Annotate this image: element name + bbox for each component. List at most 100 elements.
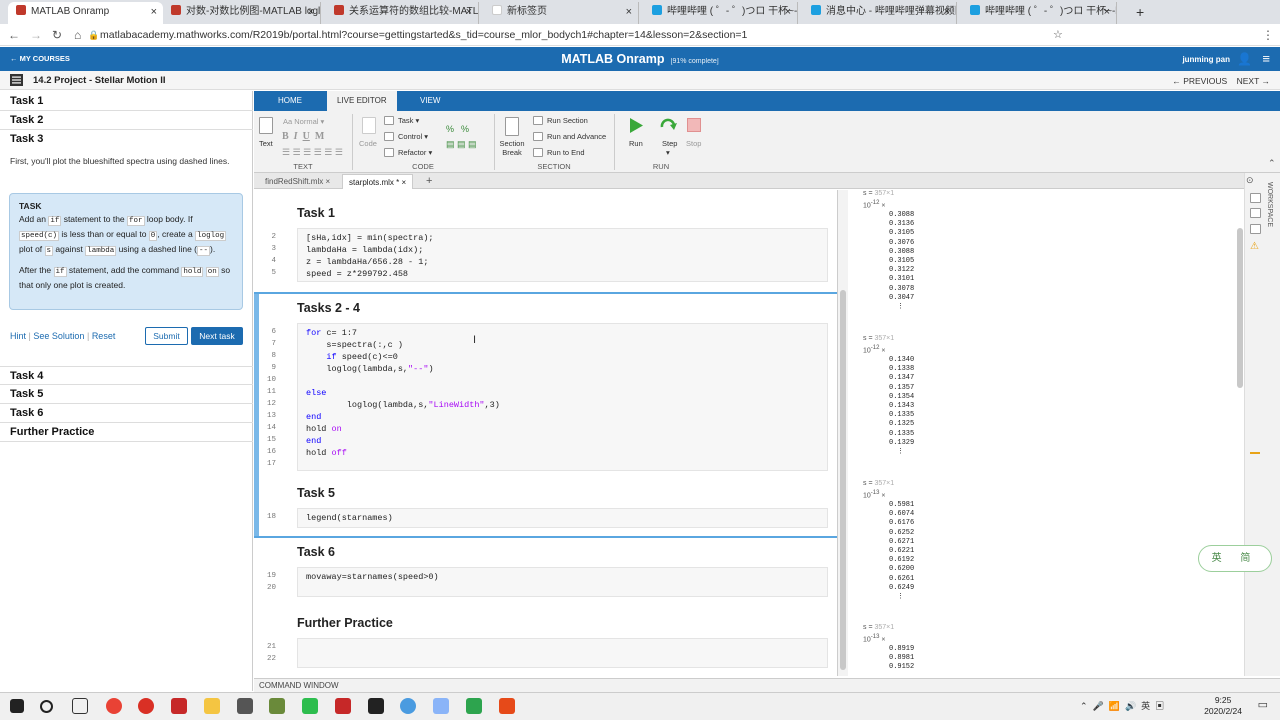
new-browser-tab-button[interactable]: + (1128, 2, 1152, 24)
step-icon[interactable] (660, 117, 678, 134)
url-field[interactable]: matlabacademy.mathworks.com/R2019b/porta… (100, 26, 747, 44)
section-title-task6[interactable]: Task 6 (297, 545, 335, 559)
clock[interactable]: 9:25 2020/2/24 (1204, 695, 1242, 717)
next-task-button[interactable]: Next task (191, 327, 243, 345)
format-buttons[interactable]: B I U M (282, 131, 324, 142)
output-scrollbar[interactable] (1237, 228, 1243, 388)
mail-icon[interactable] (237, 698, 253, 714)
section-break-button[interactable]: Section Break (498, 139, 526, 157)
close-tab-icon[interactable]: × (401, 178, 406, 187)
browser-tab[interactable]: 关系运算符的数组比较-MATLAB × (326, 2, 479, 24)
code-line[interactable]: if speed(c)<=0 (306, 352, 397, 362)
browser-tab[interactable]: 对数-对数比例图-MATLAB logl × (163, 2, 321, 24)
align-buttons[interactable]: ☰ ☰ ☰ ☰ ☰ ☰ (282, 147, 343, 158)
code-line[interactable]: s=spectra(:,c ) (306, 340, 403, 350)
lesson-menu-icon[interactable] (10, 74, 23, 86)
chrome-icon[interactable] (106, 698, 122, 714)
close-tab-icon[interactable]: × (944, 2, 950, 22)
code-line[interactable]: hold on (306, 424, 342, 434)
editor-tab-findredshift[interactable]: findRedShift.mlx × (259, 174, 336, 189)
reset-link[interactable]: Reset (92, 331, 116, 341)
hide-code-icon[interactable] (1250, 224, 1261, 234)
code-line[interactable]: [sHa,idx] = min(spectra); (306, 233, 434, 243)
app-icon[interactable] (335, 698, 351, 714)
code-line[interactable]: hold off (306, 448, 347, 458)
further-practice-header[interactable]: Further Practice (0, 423, 253, 442)
app-icon[interactable] (433, 698, 449, 714)
code-line[interactable]: legend(starnames) (306, 513, 393, 523)
app-icon[interactable] (400, 698, 416, 714)
close-tab-icon[interactable]: × (626, 2, 632, 22)
user-icon[interactable]: 👤 (1237, 52, 1252, 66)
style-dropdown[interactable]: Aa Normal ▾ (283, 117, 324, 126)
step-dropdown-icon[interactable]: ▾ (666, 148, 670, 157)
task-1-header[interactable]: Task 1 (0, 92, 253, 111)
run-to-end-button[interactable]: Run to End (547, 148, 585, 157)
windows-start-icon[interactable] (10, 699, 24, 713)
tab-view[interactable]: VIEW (410, 91, 450, 111)
task-5-header[interactable]: Task 5 (0, 385, 253, 404)
app-icon[interactable] (466, 698, 482, 714)
run-advance-button[interactable]: Run and Advance (547, 132, 606, 141)
browser-tab[interactable]: 消息中心 - 哔哩哔哩弹幕视频网 × (803, 2, 957, 24)
section-title-tasks2-4[interactable]: Tasks 2 - 4 (297, 301, 360, 315)
stop-button[interactable]: Stop (686, 139, 701, 148)
forward-icon[interactable]: → (30, 26, 42, 44)
workspace-label[interactable]: WORKSPACE (1266, 182, 1273, 227)
code-line[interactable]: loglog(lambda,s,"LineWidth",3) (306, 400, 500, 410)
run-button[interactable]: Run (629, 139, 643, 148)
uncomment-icon[interactable]: % (461, 124, 469, 134)
code-line[interactable]: z = lambdaHa/656.28 - 1; (306, 257, 428, 267)
app-icon[interactable] (499, 698, 515, 714)
collapse-toolstrip-icon[interactable]: ⌃ (1268, 158, 1276, 169)
hint-link[interactable]: Hint (10, 331, 26, 341)
tab-home[interactable]: HOME (268, 91, 312, 111)
app-icon[interactable] (171, 698, 187, 714)
task-button[interactable]: Task ▾ (398, 116, 419, 125)
close-tab-icon[interactable]: × (1104, 2, 1110, 22)
section-break-icon[interactable] (505, 117, 519, 136)
editor-scroll-thumb[interactable] (840, 290, 846, 670)
command-window-label[interactable]: COMMAND WINDOW (259, 681, 339, 690)
code-line[interactable]: else (306, 388, 326, 398)
store-icon[interactable] (269, 698, 285, 714)
editor-tab-starplots[interactable]: starplots.mlx * × (342, 174, 414, 189)
code-button[interactable]: Code (359, 139, 377, 148)
text-button[interactable]: Text (259, 139, 273, 148)
previous-link[interactable]: ← PREVIOUS (1172, 76, 1227, 86)
browser-tab[interactable]: 哔哩哔哩 ( ゜- ゜)つロ 干杯~-bili × (644, 2, 798, 24)
system-tray-icons[interactable]: ⌃ 🎤 📶 🔊 英 ▣ (1080, 699, 1164, 712)
close-tab-icon[interactable]: × (785, 2, 791, 22)
ime-widget[interactable]: 英 简 (1198, 545, 1272, 572)
code-line[interactable]: lambdaHa = lambda(idx); (306, 245, 423, 255)
browser-tab[interactable]: MATLAB Onramp × (8, 2, 163, 24)
user-name[interactable]: junming pan (1182, 55, 1230, 64)
warning-icon[interactable]: ⚠ (1250, 241, 1259, 252)
code-line[interactable]: end (306, 436, 321, 446)
next-link[interactable]: NEXT → (1237, 76, 1270, 86)
code-block-further[interactable] (297, 638, 828, 668)
app-icon[interactable] (368, 698, 384, 714)
task-2-header[interactable]: Task 2 (0, 111, 253, 130)
reload-icon[interactable]: ↻ (52, 26, 62, 44)
browser-tab[interactable]: 哔哩哔哩 ( ゜- ゜)つロ 干杯~-bili × (962, 2, 1117, 24)
file-explorer-icon[interactable] (204, 698, 220, 714)
code-line[interactable]: movaway=starnames(speed>0) (306, 572, 439, 582)
code-line[interactable]: end (306, 412, 321, 422)
notification-icon[interactable]: ▭ (1258, 698, 1268, 711)
task-view-icon[interactable] (72, 698, 88, 714)
code-icon[interactable] (362, 117, 376, 134)
section-title-task5[interactable]: Task 5 (297, 486, 335, 500)
menu-dots-icon[interactable]: ⋮ (1262, 26, 1274, 44)
submit-button[interactable]: Submit (145, 327, 188, 345)
code-line[interactable]: speed = z*299792.458 (306, 269, 408, 279)
task-6-header[interactable]: Task 6 (0, 404, 253, 423)
home-icon[interactable]: ⌂ (74, 26, 81, 44)
control-button[interactable]: Control ▾ (398, 132, 428, 141)
task-3-header[interactable]: Task 3 (0, 130, 253, 149)
star-icon[interactable]: ☆ (1053, 26, 1063, 44)
section-title-task1[interactable]: Task 1 (297, 206, 335, 220)
search-icon[interactable] (40, 700, 53, 713)
tab-live-editor[interactable]: LIVE EDITOR (327, 91, 397, 111)
code-line[interactable]: for c= 1:7 (306, 328, 357, 338)
